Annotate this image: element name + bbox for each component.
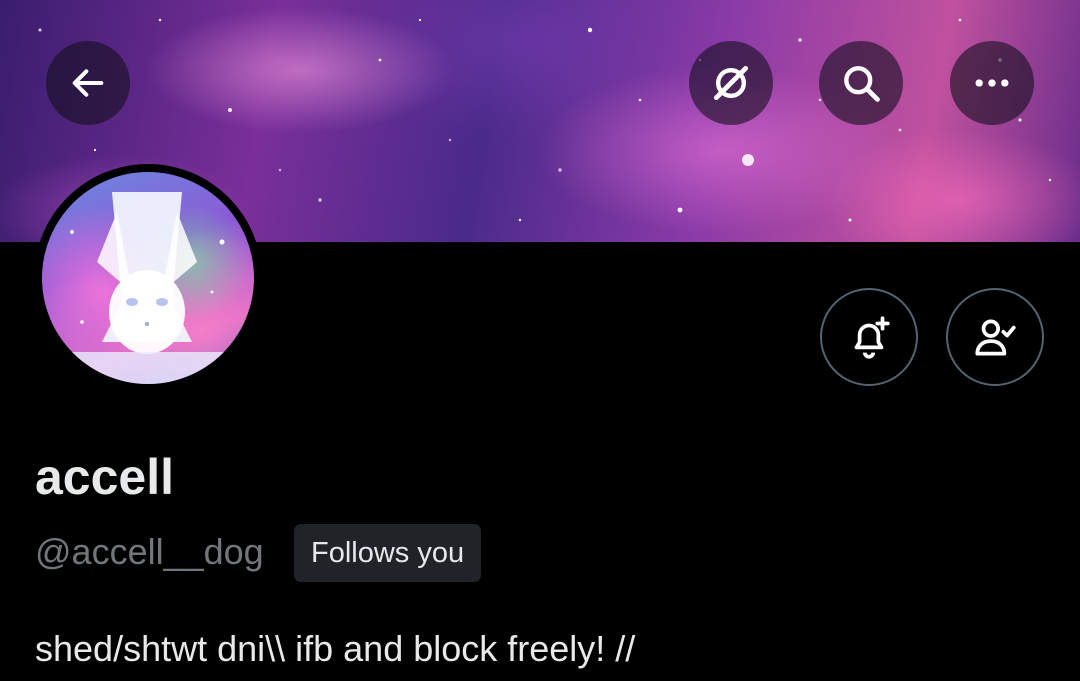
grok-button[interactable] xyxy=(689,41,773,125)
following-button[interactable] xyxy=(946,288,1044,386)
avatar-image xyxy=(42,172,254,384)
arrow-left-icon xyxy=(72,69,104,97)
more-button[interactable] xyxy=(950,41,1034,125)
more-icon xyxy=(975,79,1009,87)
grok-icon xyxy=(713,65,749,101)
avatar[interactable] xyxy=(34,164,262,392)
notifications-button[interactable] xyxy=(820,288,918,386)
person-check-icon xyxy=(975,319,1016,356)
search-button[interactable] xyxy=(819,41,903,125)
follows-you-badge: Follows you xyxy=(294,524,482,582)
back-button[interactable] xyxy=(46,41,130,125)
search-icon xyxy=(844,66,880,102)
bell-plus-icon xyxy=(854,316,890,359)
handle: @accell__dog xyxy=(35,531,264,572)
display-name: accell xyxy=(35,449,175,505)
bio-text: shed/shtwt dni\\ ifb and block freely! /… xyxy=(35,628,636,669)
